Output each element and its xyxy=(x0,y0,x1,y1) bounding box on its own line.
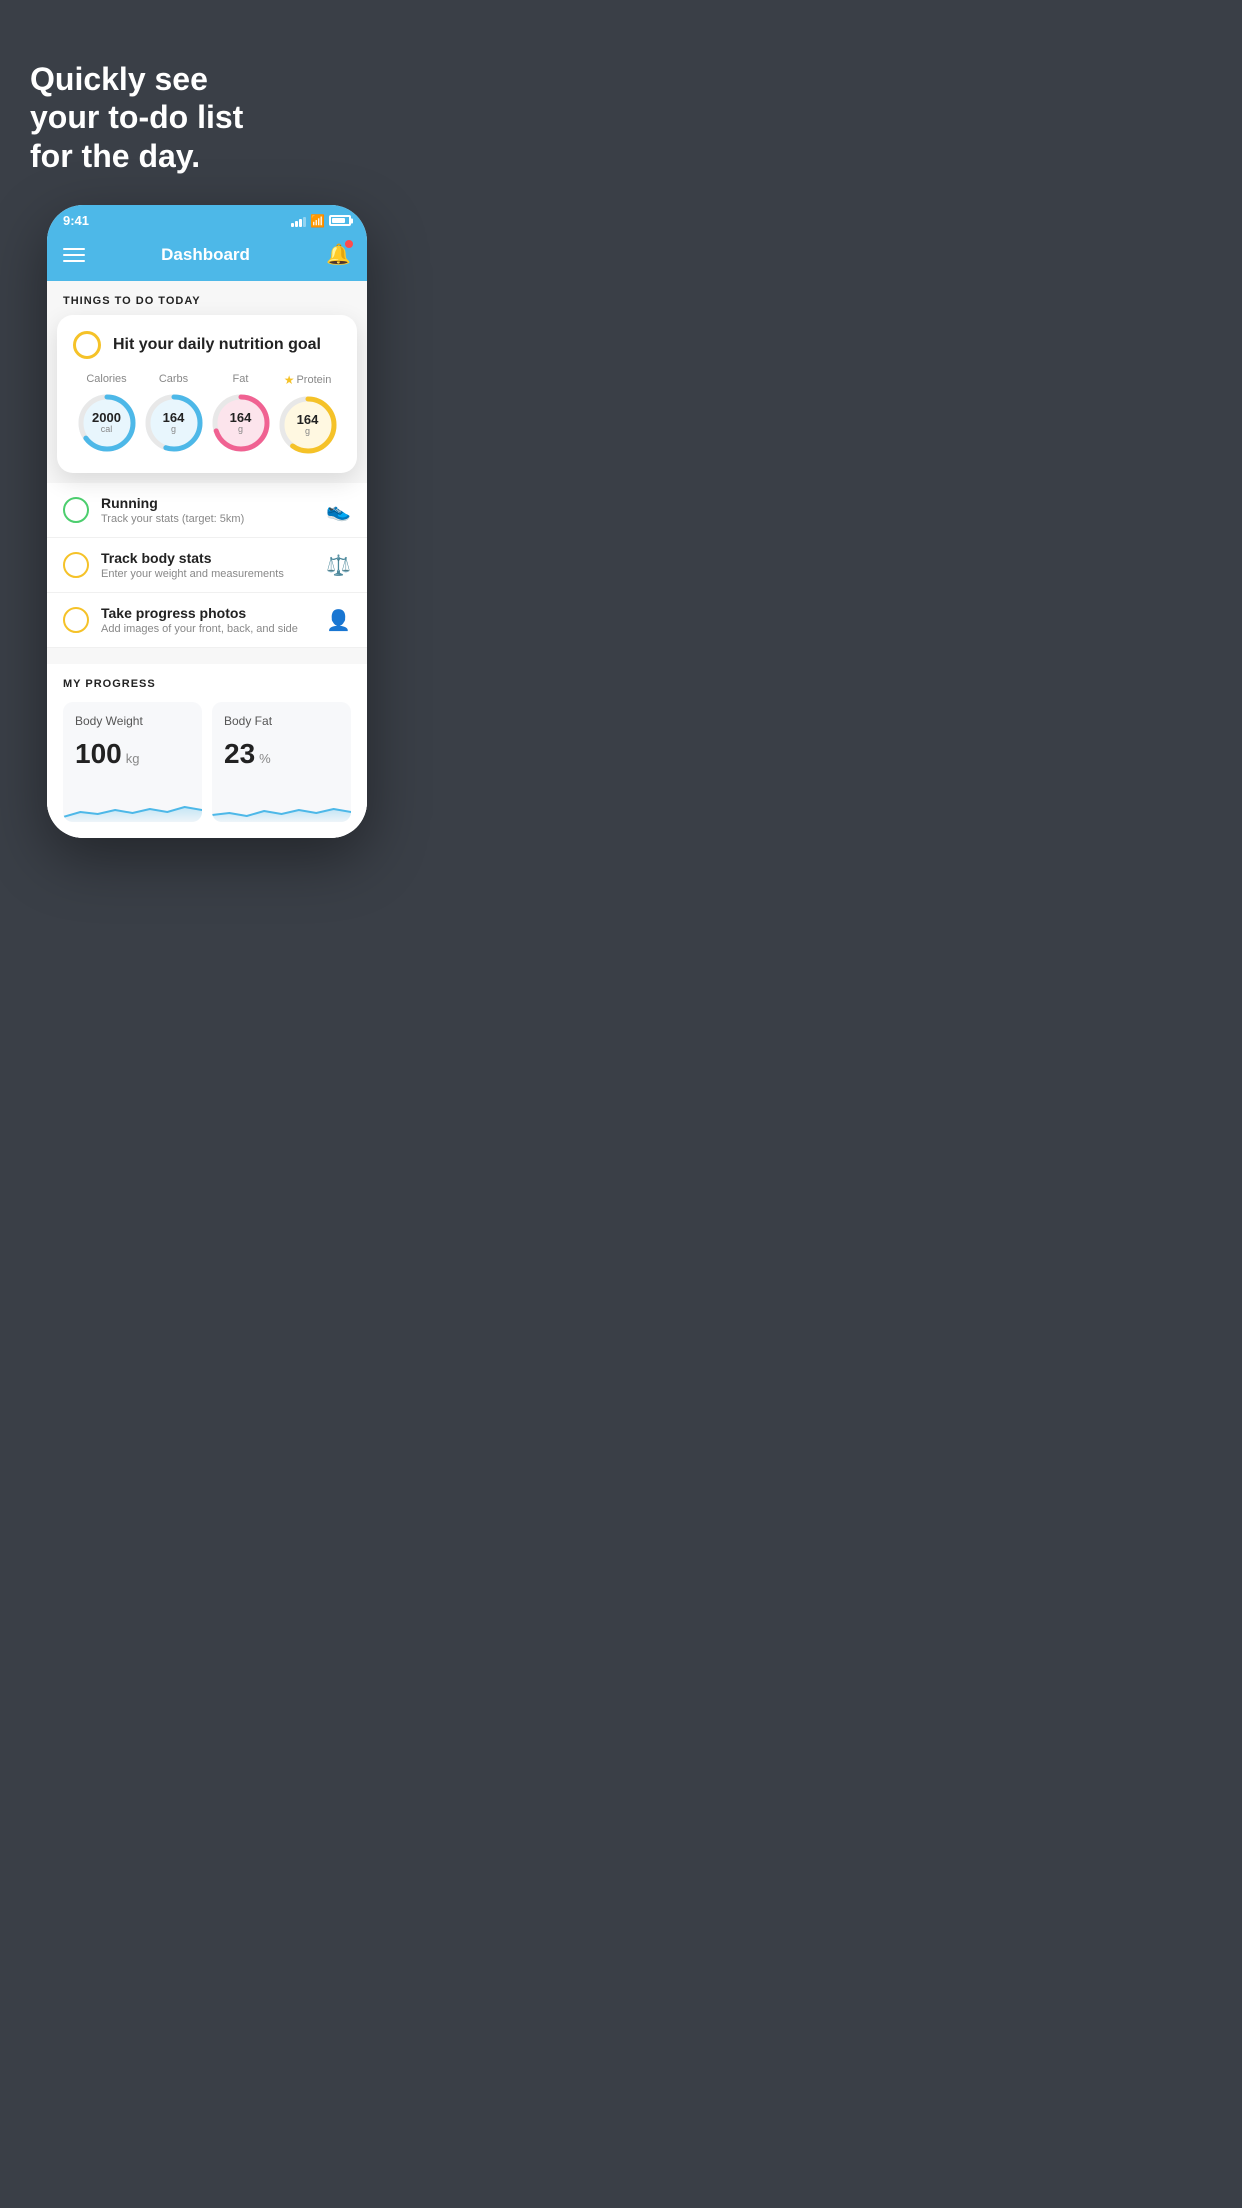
progress-title: MY PROGRESS xyxy=(63,678,351,690)
list-item-running[interactable]: Running Track your stats (target: 5km) 👟 xyxy=(47,483,367,538)
nutrition-label-protein: ★ Protein xyxy=(284,373,332,387)
signal-icon xyxy=(291,215,306,227)
sparkline xyxy=(212,782,351,822)
headline-line2: your to-do list xyxy=(30,99,243,135)
running-title: Running xyxy=(101,495,314,511)
photos-subtitle: Add images of your front, back, and side xyxy=(101,623,314,635)
notification-button[interactable]: 🔔 xyxy=(326,242,351,267)
progress-cards: Body Weight 100 kg Body Fat xyxy=(63,702,351,822)
progress-unit: kg xyxy=(126,751,140,766)
nutrition-item-calories: Calories 2000 cal xyxy=(75,373,139,457)
donut-fat: 164 g xyxy=(209,391,273,455)
nutrition-circle-check xyxy=(73,331,101,359)
todo-list: Running Track your stats (target: 5km) 👟… xyxy=(47,483,367,648)
photos-title: Take progress photos xyxy=(101,605,314,621)
nutrition-label: Carbs xyxy=(159,373,188,385)
status-bar: 9:41 📶 xyxy=(47,205,367,232)
nutrition-item-fat: Fat 164 g xyxy=(209,373,273,457)
photos-icon: 👤 xyxy=(326,608,351,633)
progress-card-body-fat[interactable]: Body Fat 23 % xyxy=(212,702,351,822)
running-circle xyxy=(63,497,89,523)
nutrition-label: Calories xyxy=(86,373,126,385)
phone-content: THINGS TO DO TODAY Hit your daily nutrit… xyxy=(47,281,367,838)
list-item-photos[interactable]: Take progress photos Add images of your … xyxy=(47,593,367,648)
progress-value: 23 % xyxy=(224,738,339,770)
running-icon: 👟 xyxy=(326,498,351,523)
status-time: 9:41 xyxy=(63,213,89,228)
sparkline xyxy=(63,782,202,822)
donut-calories: 2000 cal xyxy=(75,391,139,455)
progress-card-label: Body Fat xyxy=(224,714,339,728)
body-stats-text: Track body stats Enter your weight and m… xyxy=(101,550,314,580)
headline-line1: Quickly see xyxy=(30,61,208,97)
body-stats-icon: ⚖️ xyxy=(326,553,351,578)
progress-card-label: Body Weight xyxy=(75,714,190,728)
headline-line3: for the day. xyxy=(30,138,200,174)
donut-text: 2000 cal xyxy=(92,411,121,435)
nutrition-item-carbs: Carbs 164 g xyxy=(142,373,206,457)
section-header-today: THINGS TO DO TODAY xyxy=(47,281,367,315)
progress-num: 100 xyxy=(75,738,122,770)
nav-title: Dashboard xyxy=(161,245,250,265)
progress-card-body-weight[interactable]: Body Weight 100 kg xyxy=(63,702,202,822)
nutrition-card-title: Hit your daily nutrition goal xyxy=(113,336,321,354)
nutrition-row: Calories 2000 cal Carbs xyxy=(73,373,341,457)
nutrition-card[interactable]: Hit your daily nutrition goal Calories 2… xyxy=(57,315,357,473)
phone-mockup: 9:41 📶 Dashboard 🔔 THINGS TO DO TODAY xyxy=(47,205,367,838)
status-icons: 📶 xyxy=(291,214,351,228)
donut-text: 164 g xyxy=(230,411,252,435)
body-stats-circle xyxy=(63,552,89,578)
card-title-row: Hit your daily nutrition goal xyxy=(73,331,341,359)
battery-icon xyxy=(329,215,351,226)
progress-unit: % xyxy=(259,751,271,766)
progress-num: 23 xyxy=(224,738,255,770)
photos-circle xyxy=(63,607,89,633)
notification-badge xyxy=(345,240,353,248)
top-nav: Dashboard 🔔 xyxy=(47,232,367,281)
photos-text: Take progress photos Add images of your … xyxy=(101,605,314,635)
running-text: Running Track your stats (target: 5km) xyxy=(101,495,314,525)
list-item-body-stats[interactable]: Track body stats Enter your weight and m… xyxy=(47,538,367,593)
donut-protein: 164 g xyxy=(276,393,340,457)
donut-text: 164 g xyxy=(297,413,319,437)
body-stats-subtitle: Enter your weight and measurements xyxy=(101,568,314,580)
progress-section: MY PROGRESS Body Weight 100 kg xyxy=(47,664,367,838)
donut-carbs: 164 g xyxy=(142,391,206,455)
wifi-icon: 📶 xyxy=(310,214,325,228)
body-stats-title: Track body stats xyxy=(101,550,314,566)
running-subtitle: Track your stats (target: 5km) xyxy=(101,513,314,525)
nutrition-label: Fat xyxy=(233,373,249,385)
headline: Quickly see your to-do list for the day. xyxy=(0,0,414,205)
nutrition-item-protein: ★ Protein 164 g xyxy=(276,373,340,457)
donut-text: 164 g xyxy=(163,411,185,435)
progress-value: 100 kg xyxy=(75,738,190,770)
menu-button[interactable] xyxy=(63,248,85,262)
